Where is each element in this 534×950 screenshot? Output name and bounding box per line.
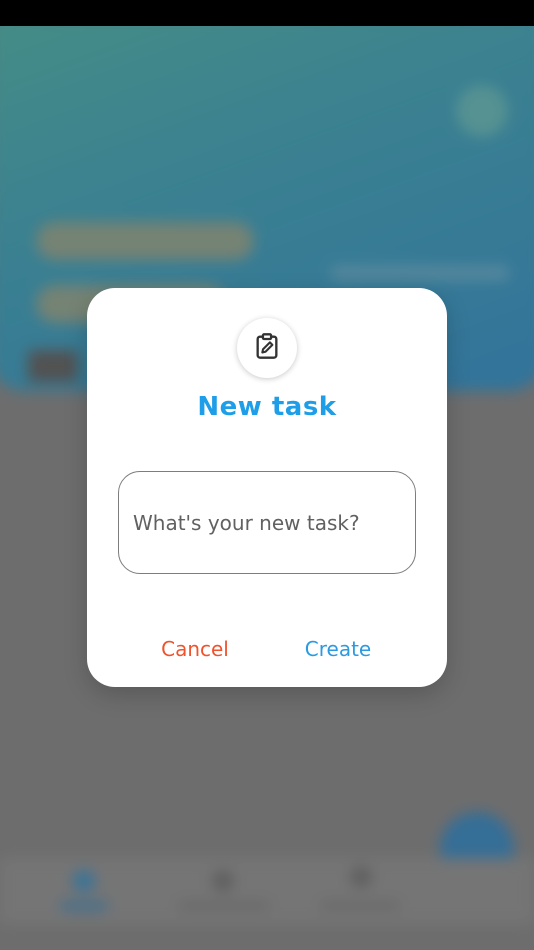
new-task-dialog: New task Cancel Create xyxy=(87,288,447,687)
create-button[interactable]: Create xyxy=(294,631,382,667)
cancel-button[interactable]: Cancel xyxy=(149,631,241,667)
dialog-title: New task xyxy=(197,392,337,422)
app-screen: New task Cancel Create xyxy=(0,0,534,950)
new-task-input[interactable] xyxy=(118,471,416,574)
status-bar xyxy=(0,0,534,26)
clipboard-edit-icon xyxy=(253,332,281,364)
dialog-icon-badge xyxy=(237,318,297,378)
